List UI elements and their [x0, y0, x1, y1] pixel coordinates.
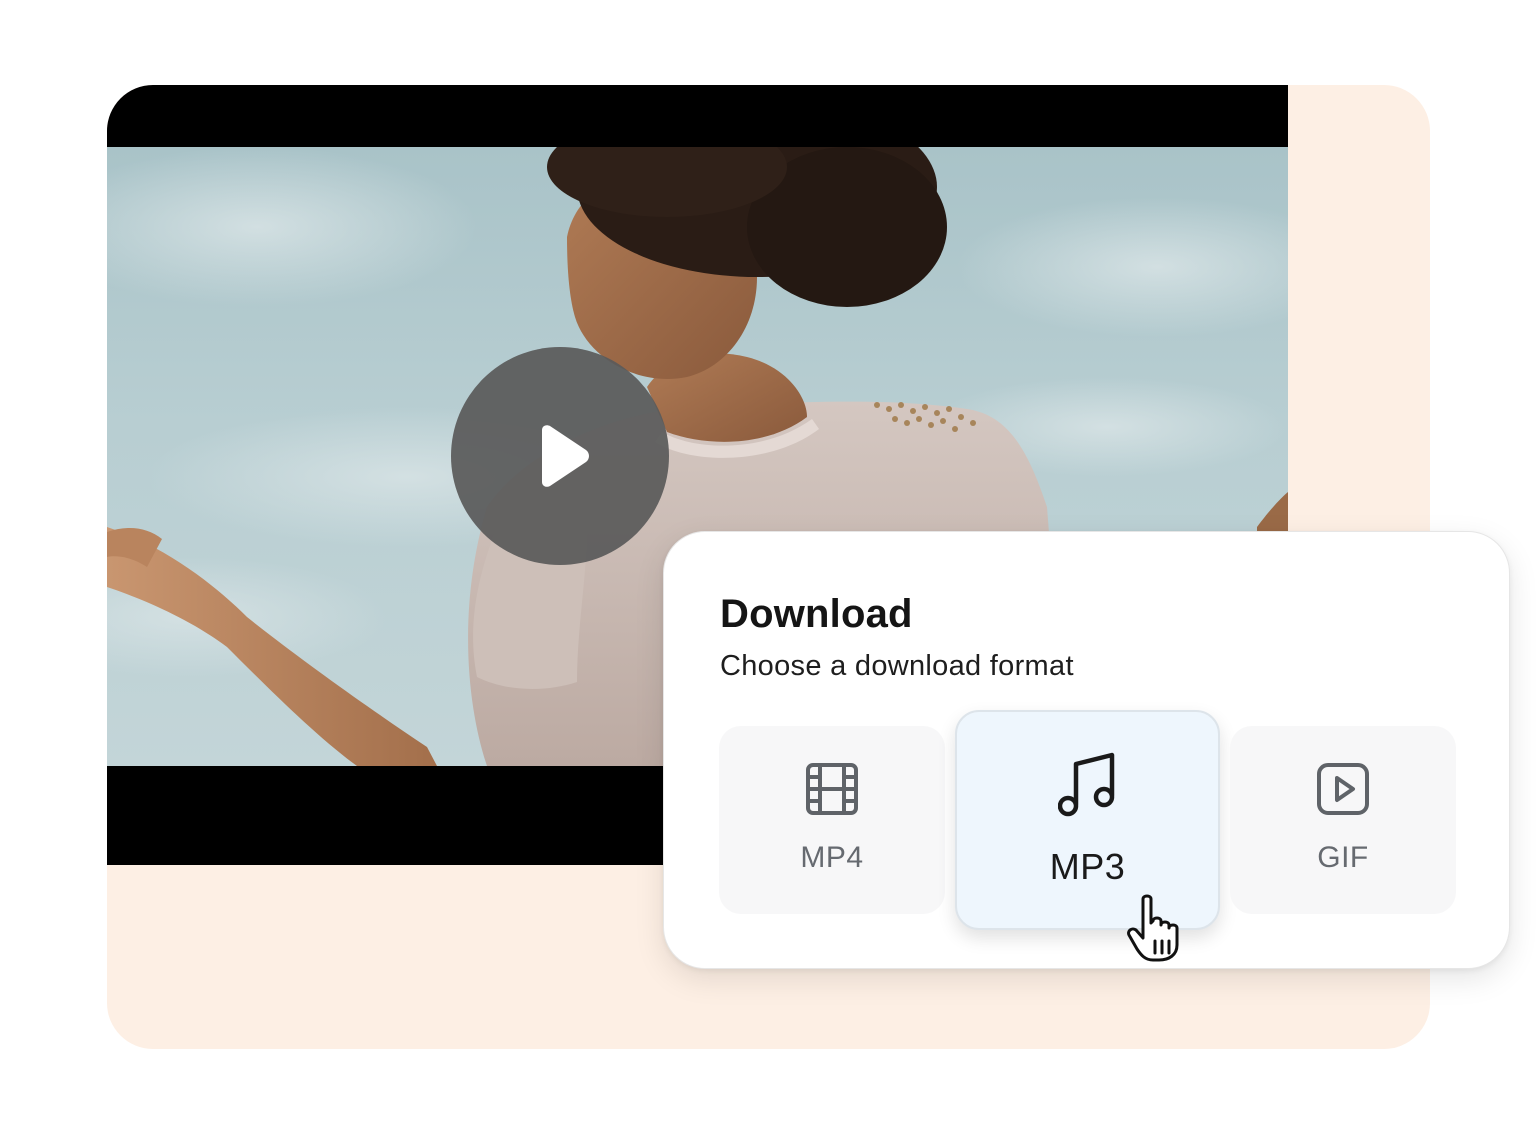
play-square-icon: [1316, 762, 1370, 821]
download-panel: Download Choose a download format MP4 MP…: [663, 531, 1510, 969]
play-icon: [542, 425, 589, 487]
format-option-label: MP4: [800, 841, 864, 874]
format-option-gif[interactable]: GIF: [1230, 726, 1456, 914]
format-option-label: GIF: [1317, 841, 1369, 874]
format-option-mp3[interactable]: MP3: [955, 710, 1220, 930]
format-option-label: MP3: [1049, 846, 1126, 887]
panel-subtitle: Choose a download format: [720, 650, 1074, 682]
format-option-mp4[interactable]: MP4: [719, 726, 945, 914]
film-icon: [805, 762, 859, 821]
panel-title: Download: [720, 592, 913, 636]
stage: Download Choose a download format MP4 MP…: [0, 0, 1536, 1134]
music-note-icon: [1057, 752, 1118, 823]
play-button[interactable]: [451, 347, 669, 565]
